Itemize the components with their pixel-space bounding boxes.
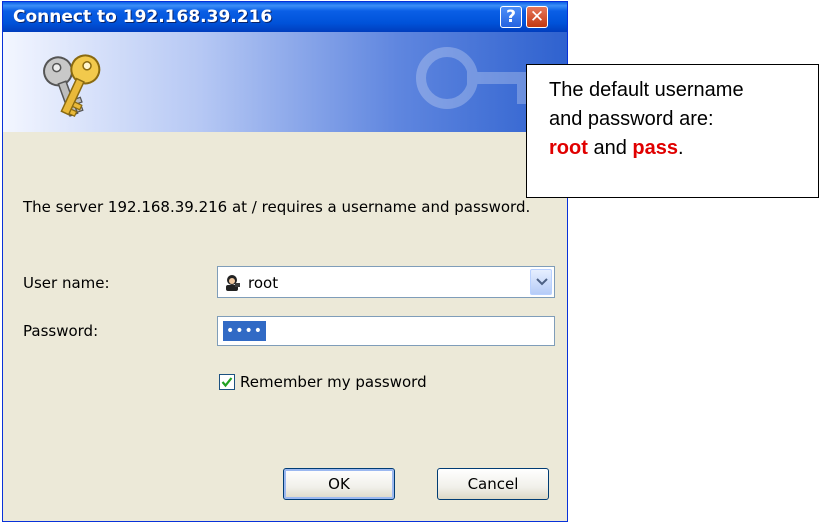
remember-password-label: Remember my password bbox=[240, 373, 427, 391]
password-value: •••• bbox=[223, 321, 267, 341]
help-button[interactable]: ? bbox=[500, 6, 522, 28]
server-message: The server 192.168.39.216 at / requires … bbox=[23, 198, 531, 216]
login-dialog: Connect to 192.168.39.216 ? ✕ The server… bbox=[2, 1, 568, 522]
keys-icon bbox=[43, 54, 101, 118]
checkmark-icon bbox=[221, 377, 233, 388]
question-mark-icon: ? bbox=[506, 7, 516, 27]
callout-line-1: The default username bbox=[549, 79, 744, 101]
callout-and: and bbox=[593, 137, 627, 159]
default-password: pass bbox=[632, 137, 678, 159]
cancel-button[interactable]: Cancel bbox=[437, 468, 549, 500]
title-bar[interactable]: Connect to 192.168.39.216 ? ✕ bbox=[3, 2, 567, 32]
window-title: Connect to 192.168.39.216 bbox=[13, 7, 273, 27]
username-value: root bbox=[248, 274, 279, 292]
close-button[interactable]: ✕ bbox=[526, 6, 548, 28]
password-label: Password: bbox=[23, 322, 99, 340]
dialog-body: The server 192.168.39.216 at / requires … bbox=[3, 132, 567, 521]
default-credentials-callout: The default username and password are: r… bbox=[526, 64, 819, 198]
callout-line-3: root and pass. bbox=[549, 134, 818, 163]
username-label: User name: bbox=[23, 274, 110, 292]
dropdown-button[interactable] bbox=[530, 269, 552, 295]
default-username: root bbox=[549, 137, 588, 159]
user-avatar-icon bbox=[226, 275, 240, 291]
ok-button[interactable]: OK bbox=[283, 468, 395, 500]
chevron-down-icon bbox=[536, 278, 548, 286]
close-x-icon: ✕ bbox=[529, 7, 545, 27]
callout-line-2: and password are: bbox=[549, 108, 714, 130]
username-combobox[interactable]: root bbox=[217, 266, 555, 298]
password-field[interactable]: •••• bbox=[217, 316, 555, 346]
remember-password-checkbox[interactable] bbox=[219, 374, 235, 390]
callout-period: . bbox=[677, 137, 684, 159]
